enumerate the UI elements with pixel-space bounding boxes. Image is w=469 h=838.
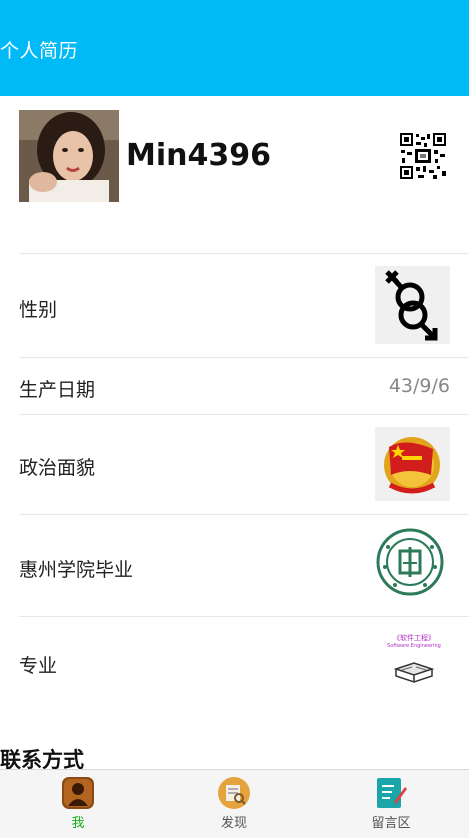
user-icon — [61, 776, 95, 810]
row-label: 性别 — [19, 299, 58, 321]
row-label: 专业 — [19, 655, 58, 677]
discover-icon — [217, 776, 251, 810]
info-row-major: 专业 《软件工程》 Software Engineering — [19, 616, 469, 717]
qr-code-icon[interactable] — [399, 132, 447, 180]
book-title-en: Software Engineering — [387, 643, 441, 649]
row-label: 生产日期 — [19, 379, 96, 401]
row-label: 惠州学院毕业 — [19, 559, 134, 581]
app-header: 个人简历 — [0, 0, 469, 96]
tab-label: 留言区 — [371, 816, 411, 831]
software-engineering-book-icon: 《软件工程》 Software Engineering — [375, 631, 453, 685]
bottom-tab-bar: 我 发现 留言区 — [0, 769, 469, 838]
tab-me[interactable]: 我 — [28, 770, 128, 832]
profile-card: Min4396 — [0, 96, 469, 254]
tab-discover[interactable]: 发现 — [184, 770, 284, 832]
book-title-cn: 《软件工程》 — [393, 634, 435, 642]
university-logo-icon — [375, 527, 445, 597]
birthdate-value: 43/9/6 — [388, 375, 450, 397]
tab-message-board[interactable]: 留言区 — [341, 770, 441, 832]
youth-league-badge-icon — [375, 427, 450, 501]
username: Min4396 — [126, 138, 271, 173]
tab-label: 我 — [71, 816, 85, 831]
info-row-gender: 性别 — [19, 253, 469, 358]
info-row-political-status: 政治面貌 — [19, 414, 469, 515]
gender-icon — [375, 266, 450, 344]
message-board-icon — [374, 776, 408, 810]
tab-label: 发现 — [220, 816, 247, 831]
info-row-birthdate: 生产日期 43/9/6 — [19, 357, 469, 415]
info-row-university: 惠州学院毕业 — [19, 514, 469, 617]
row-label: 政治面貌 — [19, 457, 96, 479]
page-title: 个人简历 — [0, 40, 79, 62]
avatar[interactable] — [19, 110, 119, 202]
